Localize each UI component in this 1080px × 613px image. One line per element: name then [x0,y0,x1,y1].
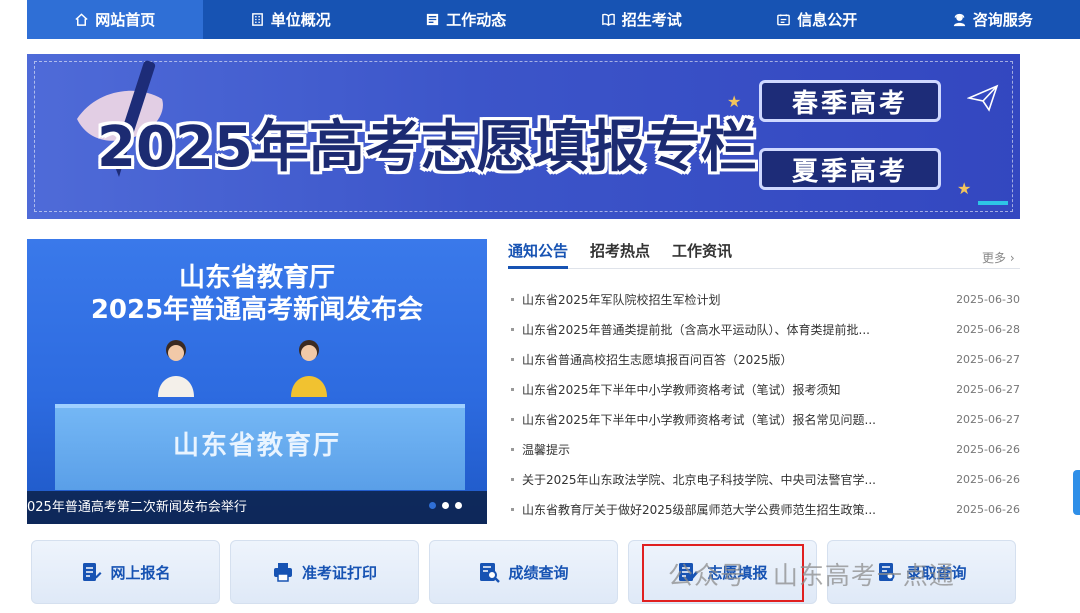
document-icon [427,13,439,26]
id-card-icon [777,14,791,26]
printer-icon [273,563,292,582]
home-icon [75,13,88,26]
nav-label: 咨询服务 [972,11,1033,29]
list-item[interactable]: 山东省2025年军队院校招生军检计划 2025-06-30 [508,284,1020,314]
list-item[interactable]: 关于2025年山东政法学院、北京电子科技学院、中央司法警官学... 2025-06… [508,464,1020,494]
news-date: 2025-06-30 [956,292,1020,306]
tab-exam-hotspots[interactable]: 招考热点 [590,238,650,268]
nav-label: 信息公开 [797,11,858,29]
service-label: 成绩查询 [508,563,569,582]
news-date: 2025-06-26 [956,472,1020,486]
bullet [511,477,514,481]
more-link[interactable]: 更多 › [982,249,1015,266]
chevron-right-icon: › [1009,251,1015,265]
service-label: 网上报名 [110,563,171,582]
bullet [511,387,514,391]
nav-item-home[interactable]: 网站首页 [27,0,203,39]
nav-item-info-disclosure[interactable]: 信息公开 [729,0,905,39]
nav-item-consulting[interactable]: 咨询服务 [905,0,1080,39]
tab-work-info[interactable]: 工作资讯 [672,238,732,268]
news-date: 2025-06-27 [956,352,1020,366]
news-list: 山东省2025年军队院校招生军检计划 2025-06-30 山东省2025年普通类… [508,284,1020,524]
news-slideshow[interactable]: 山东省教育厅 2025年普通高考新闻发布会 山东省教育厅 025年普通高考第二次… [27,239,487,524]
top-navigation: 网站首页 单位概况 工作动态 招生考试 信息公开 咨询服务 [27,0,1080,39]
news-date: 2025-06-28 [956,322,1020,336]
spring-gaokao-button[interactable]: 春季高考 [759,80,941,122]
wechat-watermark: 公众号 · 山东高考一点通 [668,556,955,592]
nav-item-admission-exam[interactable]: 招生考试 [554,0,730,39]
list-item[interactable]: 山东省2025年下半年中小学教师资格考试（笔试）报名常见问题... 2025-06… [508,404,1020,434]
nav-item-work-news[interactable]: 工作动态 [378,0,554,39]
nav-label: 单位概况 [270,11,331,29]
desk-label: 山东省教育厅 [172,431,341,461]
bullet [511,357,514,361]
paper-plane-icon [967,84,999,112]
speaker-figure [158,340,194,397]
nav-item-overview[interactable]: 单位概况 [203,0,379,39]
admission-ticket-print-button[interactable]: 准考证打印 [230,540,419,604]
register-icon [83,563,102,581]
bullet [511,327,514,331]
nav-label: 网站首页 [95,11,156,29]
list-item[interactable]: 山东省2025年普通类提前批（含高水平运动队）、体育类提前批... 2025-06… [508,314,1020,344]
news-title: 山东省2025年下半年中小学教师资格考试（笔试）报名常见问题... [522,412,876,427]
news-title: 山东省2025年军队院校招生军检计划 [522,292,721,307]
tab-notices[interactable]: 通知公告 [508,238,569,269]
online-registration-button[interactable]: 网上报名 [31,540,220,604]
star-icon: ★ [727,92,742,111]
news-title: 山东省教育厅关于做好2025级部属师范大学公费师范生招生政策... [522,502,876,517]
score-search-icon [480,563,501,583]
news-title: 山东省普通高校招生志愿填报百问百答（2025版） [522,352,793,367]
slide-caption: 025年普通高考第二次新闻发布会举行 [27,500,247,515]
user-service-icon [953,13,965,27]
building-icon [251,13,263,26]
news-tabs: 通知公告 招考热点 工作资讯 [508,238,1020,269]
more-label: 更多 [982,251,1007,265]
star-icon: ★ [957,179,972,198]
news-date: 2025-06-27 [956,412,1020,426]
summer-gaokao-button[interactable]: 夏季高考 [759,148,941,190]
volunteer-banner[interactable]: 2025年高考志愿填报专栏 ★ ★ 春季高考 夏季高考 [27,54,1020,219]
slide-pagination [429,502,462,509]
side-float-tab[interactable] [1073,470,1080,515]
list-item[interactable]: 山东省2025年下半年中小学教师资格考试（笔试）报考须知 2025-06-27 [508,374,1020,404]
slide-dot[interactable] [429,502,436,509]
bullet [511,297,514,301]
watermark-text: 公众号 · 山东高考一点通 [668,561,955,590]
news-title: 温馨提示 [522,442,571,457]
list-item[interactable]: 山东省教育厅关于做好2025级部属师范大学公费师范生招生政策... 2025-06… [508,494,1020,524]
slide-heading-line2: 2025年普通高考新闻发布会 [90,295,424,325]
bullet [511,417,514,421]
slide-dot[interactable] [455,502,462,509]
speaker-figure [291,340,327,397]
list-item[interactable]: 温馨提示 2025-06-26 [508,434,1020,464]
banner-title: 2025年高考志愿填报专栏 [97,115,757,180]
banner-accent-bar [978,201,1008,205]
news-title: 山东省2025年下半年中小学教师资格考试（笔试）报考须知 [522,382,841,397]
score-query-button[interactable]: 成绩查询 [429,540,618,604]
service-label: 准考证打印 [301,563,377,582]
book-icon [601,13,615,27]
bullet [511,447,514,451]
nav-label: 工作动态 [446,11,507,29]
news-date: 2025-06-26 [956,442,1020,456]
news-date: 2025-06-26 [956,502,1020,516]
slide-dot[interactable] [442,502,449,509]
bullet [511,507,514,511]
nav-label: 招生考试 [621,11,682,29]
news-date: 2025-06-27 [956,382,1020,396]
news-title: 山东省2025年普通类提前批（含高水平运动队）、体育类提前批... [522,322,870,337]
list-item[interactable]: 山东省普通高校招生志愿填报百问百答（2025版） 2025-06-27 [508,344,1020,374]
news-title: 关于2025年山东政法学院、北京电子科技学院、中央司法警官学... [522,472,876,487]
